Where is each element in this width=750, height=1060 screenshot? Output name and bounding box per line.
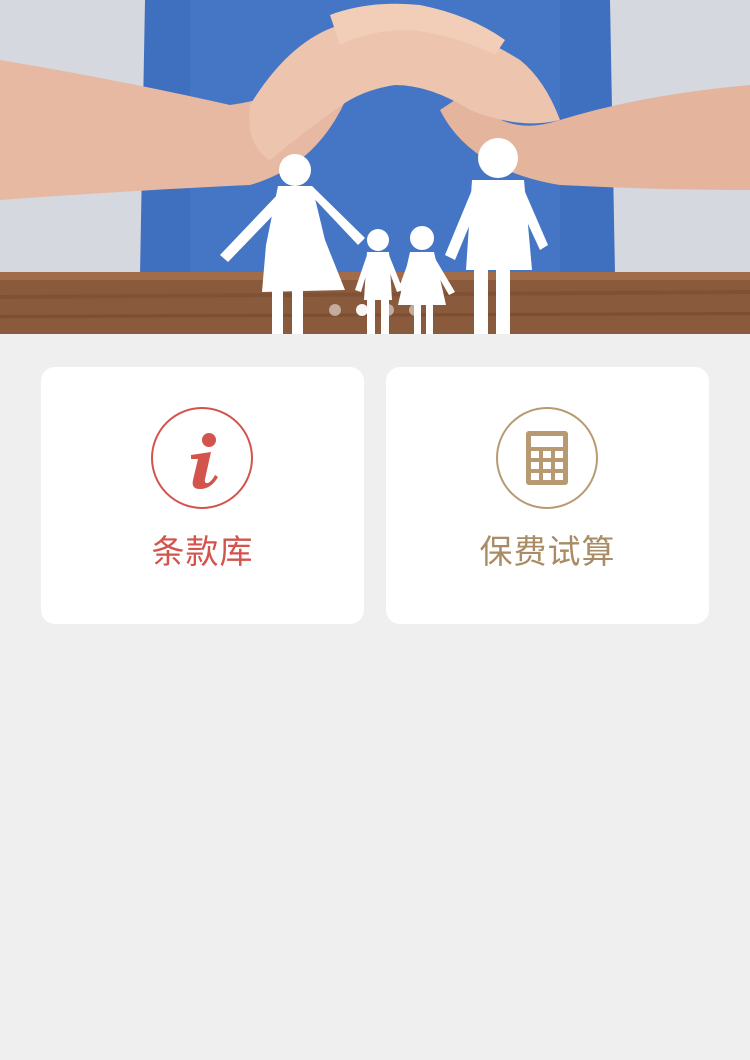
feature-cards: 条款库 保费试算 (41, 367, 709, 624)
clause-library-card[interactable]: 条款库 (41, 367, 364, 624)
carousel-indicator (329, 303, 421, 317)
carousel-dot[interactable] (408, 304, 421, 316)
premium-calculator-card[interactable]: 保费试算 (386, 367, 709, 624)
family-protection-banner-image (0, 0, 750, 334)
carousel-dot[interactable] (329, 304, 341, 316)
carousel-dot-active[interactable] (355, 304, 368, 316)
carousel-dot[interactable] (382, 304, 395, 316)
banner-carousel[interactable] (0, 0, 750, 334)
premium-calculator-label: 保费试算 (479, 532, 616, 571)
clause-library-label: 条款库 (151, 532, 254, 571)
info-icon (151, 407, 253, 509)
calculator-icon (496, 407, 598, 509)
